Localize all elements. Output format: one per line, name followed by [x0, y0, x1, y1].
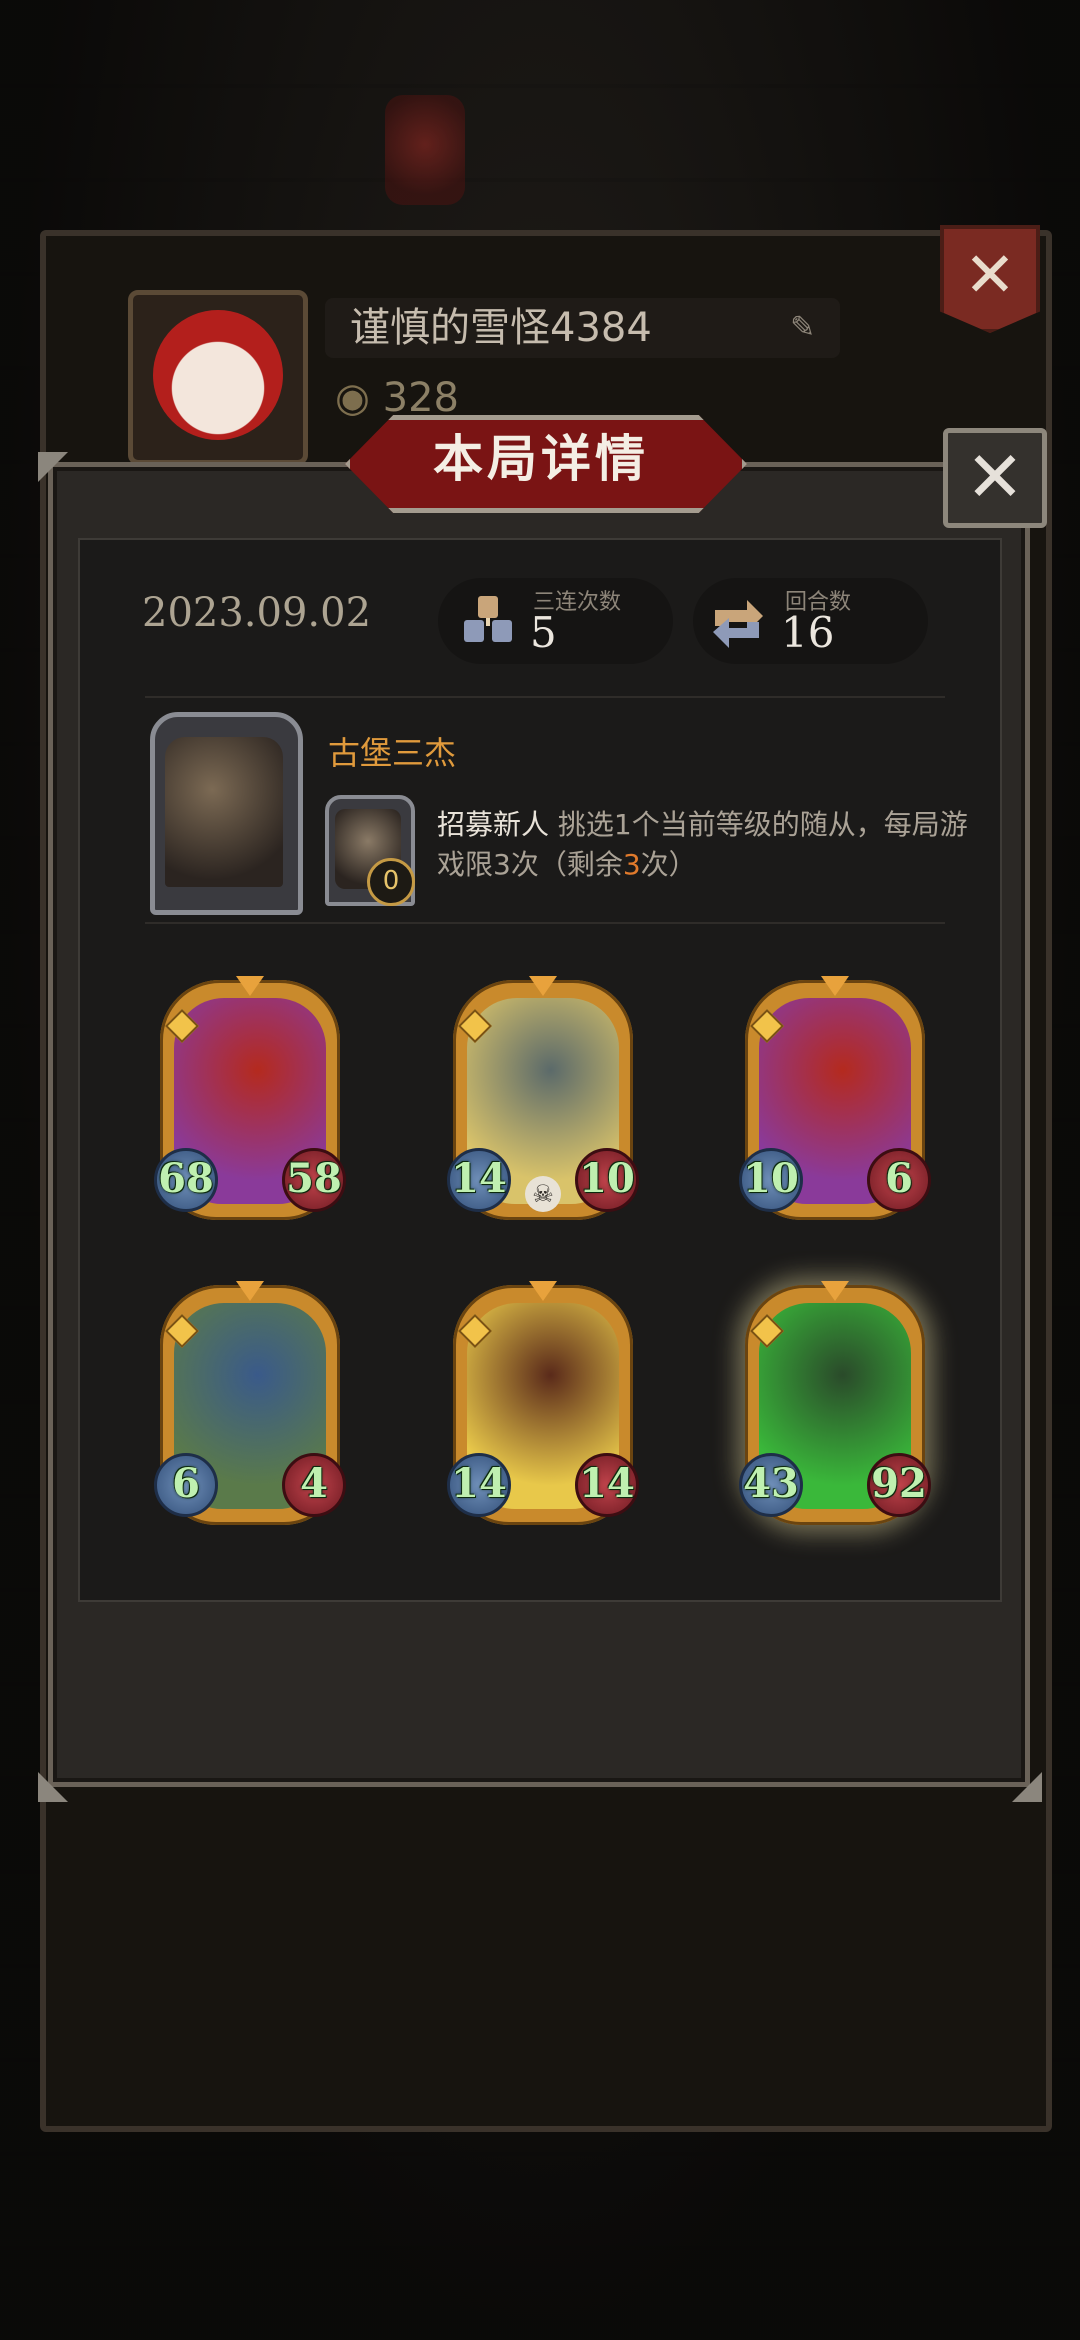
minion-card[interactable]: 64 — [154, 1281, 346, 1525]
minion-attack: 10 — [739, 1148, 803, 1212]
lantern-decoration — [385, 95, 465, 205]
triple-count-stat: 三连次数 5 — [438, 578, 673, 664]
minion-attack: 14 — [447, 1148, 511, 1212]
minion-card[interactable]: 10 6 — [739, 976, 931, 1220]
minion-health: 14 — [575, 1453, 639, 1517]
pencil-icon[interactable]: ✎ — [790, 312, 822, 344]
divider — [145, 922, 945, 924]
match-date: 2023.09.02 — [142, 590, 372, 636]
round-cycle-icon — [713, 600, 763, 648]
avatar-face-icon — [153, 310, 283, 440]
minion-attack: 6 — [154, 1453, 218, 1517]
close-button[interactable]: ✕ — [943, 428, 1047, 528]
minion-card[interactable]: 14 14 — [447, 1281, 639, 1525]
minion-health: 92 — [867, 1453, 931, 1517]
hero-power-text-b: 次） — [640, 848, 697, 881]
minion-attack: 14 — [447, 1453, 511, 1517]
hero-portrait[interactable] — [150, 712, 303, 915]
minion-attack: 68 — [154, 1148, 218, 1212]
deathrattle-skull-icon: ☠ — [525, 1176, 561, 1212]
hero-art — [165, 737, 283, 887]
minion-card[interactable]: 14 10 ☠ — [447, 976, 639, 1220]
minion-health: 4 — [282, 1453, 346, 1517]
divider — [145, 696, 945, 698]
minion-attack: 43 — [739, 1453, 803, 1517]
minion-card[interactable]: 68 58 — [154, 976, 346, 1220]
triple-merge-icon — [464, 596, 512, 642]
dialog-title: 本局详情 — [433, 430, 649, 488]
player-name-field[interactable]: 谨慎的雪怪4384 ✎ — [325, 298, 840, 358]
minion-health: 10 — [575, 1148, 639, 1212]
hero-name: 古堡三杰 — [328, 734, 457, 772]
round-count-value: 16 — [781, 608, 835, 657]
minion-health: 6 — [867, 1148, 931, 1212]
hero-power-description: 招募新人 挑选1个当前等级的随从，每局游戏限3次（剩余3次） — [437, 805, 977, 885]
player-name: 谨慎的雪怪4384 — [350, 305, 652, 351]
triple-count-value: 5 — [530, 608, 557, 657]
minion-card[interactable]: 43 92 — [739, 1281, 931, 1525]
hero-power-remaining: 3 — [622, 848, 641, 881]
player-avatar[interactable] — [128, 290, 308, 465]
profile-close-button[interactable]: ✕ — [940, 225, 1040, 333]
hero-power-cost-badge: 0 — [367, 858, 415, 906]
minion-health: 58 — [282, 1148, 346, 1212]
hero-power-name: 招募新人 — [437, 808, 550, 841]
round-count-stat: 回合数 16 — [693, 578, 928, 664]
